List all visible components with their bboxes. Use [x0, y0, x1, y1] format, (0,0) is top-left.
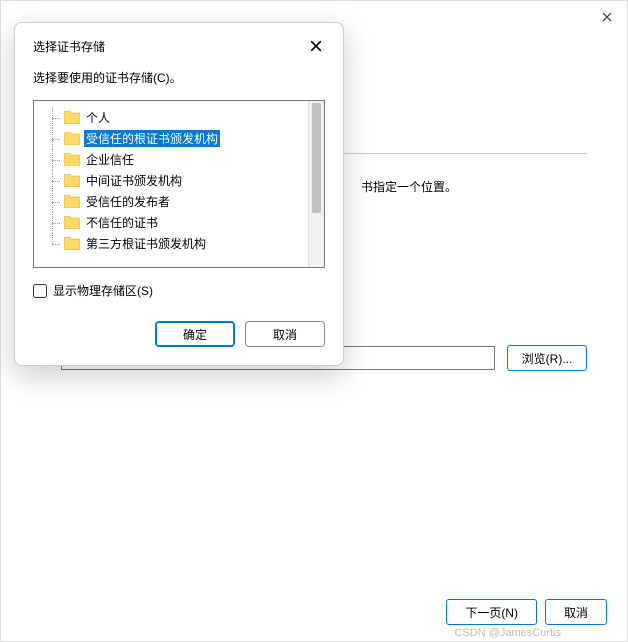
ok-button[interactable]: 确定 [155, 321, 235, 347]
cert-store-tree[interactable]: 个人受信任的根证书颁发机构企业信任中间证书颁发机构受信任的发布者不信任的证书第三… [33, 100, 325, 268]
tree-item[interactable]: 企业信任 [46, 149, 320, 170]
wizard-cancel-button[interactable]: 取消 [545, 599, 607, 625]
browse-button[interactable]: 浏览(R)... [507, 345, 587, 371]
wizard-hint-text: 书指定一个位置。 [361, 178, 587, 195]
tree-item-label: 第三方根证书颁发机构 [84, 235, 208, 252]
close-icon[interactable] [307, 37, 325, 55]
cancel-button[interactable]: 取消 [245, 321, 325, 347]
tree-item-label: 受信任的根证书颁发机构 [84, 130, 220, 147]
checkbox-label: 显示物理存储区(S) [53, 282, 153, 299]
tree-item-label: 中间证书颁发机构 [84, 172, 184, 189]
tree-item-label: 不信任的证书 [84, 214, 160, 231]
dialog-title: 选择证书存储 [33, 38, 105, 55]
tree-item[interactable]: 受信任的发布者 [46, 191, 320, 212]
attribution-watermark: CSDN @JamesCurtis [454, 627, 561, 639]
tree-item-label: 企业信任 [84, 151, 136, 168]
tree-item[interactable]: 第三方根证书颁发机构 [46, 233, 320, 254]
wizard-footer: 下一页(N) 取消 [446, 599, 607, 625]
tree-item[interactable]: 中间证书颁发机构 [46, 170, 320, 191]
tree-item-label: 受信任的发布者 [84, 193, 172, 210]
scrollbar-thumb[interactable] [312, 103, 321, 213]
tree-item-label: 个人 [84, 109, 112, 126]
tree-item[interactable]: 个人 [46, 107, 320, 128]
tree-item[interactable]: 受信任的根证书颁发机构 [46, 128, 320, 149]
select-cert-store-dialog: 选择证书存储 选择要使用的证书存储(C)。 个人受信任的根证书颁发机构企业信任中… [14, 22, 344, 366]
close-icon[interactable] [597, 7, 617, 27]
next-button[interactable]: 下一页(N) [446, 599, 537, 625]
show-physical-stores-checkbox[interactable] [33, 284, 47, 298]
dialog-instruction: 选择要使用的证书存储(C)。 [33, 69, 325, 86]
tree-item[interactable]: 不信任的证书 [46, 212, 320, 233]
scrollbar[interactable] [308, 101, 324, 267]
